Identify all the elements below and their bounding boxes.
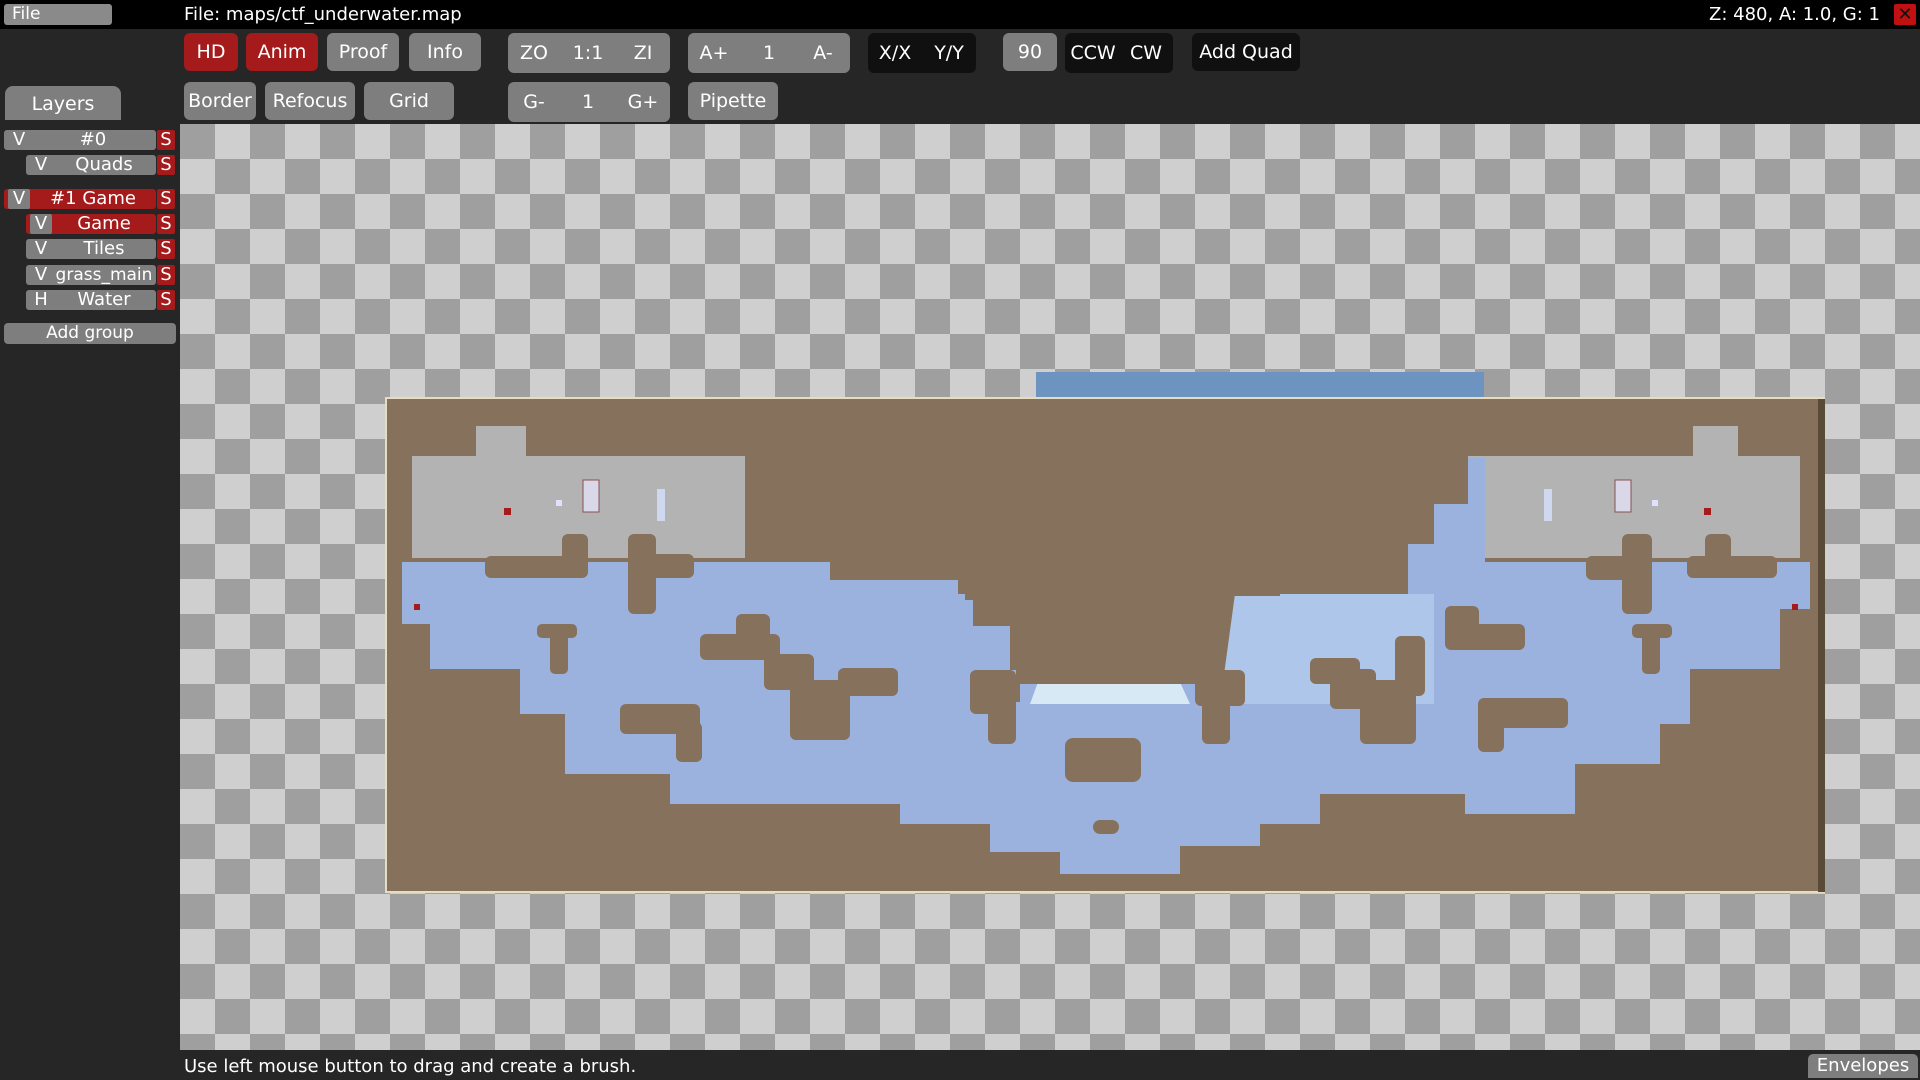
visibility-toggle[interactable]: V — [30, 214, 52, 234]
solo-button[interactable]: S — [157, 239, 175, 259]
file-menu-button[interactable]: File — [4, 4, 112, 25]
flip-x-button[interactable]: X/X — [873, 33, 917, 73]
visibility-toggle[interactable]: V — [30, 239, 52, 259]
status-readout: Z: 480, A: 1.0, G: 1 — [1709, 4, 1880, 25]
sky-quad — [1036, 372, 1484, 400]
layer-grass-main[interactable]: V grass_main — [26, 265, 156, 285]
solo-button[interactable]: S — [157, 265, 175, 285]
solo-button[interactable]: S — [157, 130, 175, 150]
anim-faster-button[interactable]: A+ — [694, 33, 734, 73]
grid-button[interactable]: Grid — [364, 82, 454, 120]
zoom-reset-button[interactable]: 1:1 — [568, 33, 608, 73]
solo-button[interactable]: S — [157, 155, 175, 175]
proof-button[interactable]: Proof — [327, 33, 399, 71]
border-button[interactable]: Border — [184, 82, 256, 120]
anim-button[interactable]: Anim — [246, 33, 318, 71]
rotate-amount-field[interactable]: 90 — [1003, 33, 1057, 71]
add-group-button[interactable]: Add group — [4, 323, 176, 344]
refocus-button[interactable]: Refocus — [265, 82, 355, 120]
layer-label: Game — [77, 213, 131, 234]
zoom-in-button[interactable]: ZI — [623, 33, 663, 73]
layer-group-1-game[interactable]: V #1 Game — [4, 189, 156, 209]
hd-button[interactable]: HD — [184, 33, 238, 71]
file-title: File: maps/ctf_underwater.map — [184, 4, 462, 25]
visibility-toggle[interactable]: V — [30, 155, 52, 175]
pipette-button[interactable]: Pipette — [688, 82, 778, 120]
layers-tab[interactable]: Layers — [5, 86, 121, 120]
envelopes-tab[interactable]: Envelopes — [1808, 1054, 1918, 1078]
anim-speed-value: 1 — [762, 42, 776, 64]
layer-label: grass_main — [55, 265, 153, 285]
layer-tiles[interactable]: V Tiles — [26, 239, 156, 259]
map-border-right — [1818, 399, 1825, 892]
map-view — [385, 372, 1825, 893]
rotate-cw-button[interactable]: CW — [1123, 33, 1169, 73]
layer-group-label: #1 Game — [50, 188, 136, 209]
solo-button[interactable]: S — [157, 290, 175, 310]
visibility-toggle[interactable]: V — [8, 130, 30, 150]
visibility-toggle[interactable]: H — [30, 290, 52, 310]
grid-factor-value: 1 — [581, 91, 595, 113]
rotate-ccw-button[interactable]: CCW — [1068, 33, 1118, 73]
layer-label: Tiles — [83, 238, 125, 259]
surface-light — [1030, 682, 1190, 704]
flip-y-button[interactable]: Y/Y — [927, 33, 971, 73]
layer-game[interactable]: V Game — [26, 214, 156, 234]
visibility-toggle[interactable]: V — [30, 265, 52, 285]
map-canvas[interactable] — [180, 124, 1920, 1050]
visibility-toggle[interactable]: V — [8, 189, 30, 209]
close-button[interactable]: ✕ — [1894, 4, 1916, 25]
layer-group-label: #0 — [79, 129, 107, 150]
solo-button[interactable]: S — [157, 189, 175, 209]
layer-group-0[interactable]: V #0 — [4, 130, 156, 150]
grid-minus-button[interactable]: G- — [514, 82, 554, 122]
zoom-out-button[interactable]: ZO — [514, 33, 554, 73]
layer-water[interactable]: H Water — [26, 290, 156, 310]
layer-quads[interactable]: V Quads — [26, 155, 156, 175]
layer-label: Quads — [75, 154, 133, 175]
add-quad-button[interactable]: Add Quad — [1192, 33, 1300, 71]
info-button[interactable]: Info — [409, 33, 481, 71]
grid-plus-button[interactable]: G+ — [623, 82, 663, 122]
anim-slower-button[interactable]: A- — [803, 33, 843, 73]
solo-button[interactable]: S — [157, 214, 175, 234]
hint-text: Use left mouse button to drag and create… — [184, 1056, 637, 1077]
layer-label: Water — [77, 289, 131, 310]
